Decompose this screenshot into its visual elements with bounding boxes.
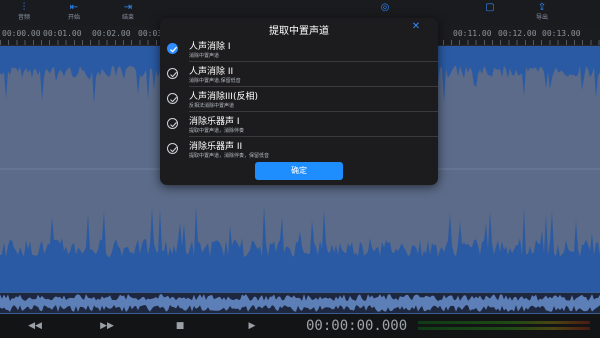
option-desc: 反相法消除中置声道 xyxy=(189,103,235,109)
option-vocal-remove-1[interactable]: 人声消除 I 消除中置声道 xyxy=(160,38,438,62)
fast-forward-icon[interactable]: ▶▶ xyxy=(97,319,117,333)
tool-more-button[interactable]: ▢ xyxy=(470,2,510,24)
levels-icon: ⫶ xyxy=(22,2,26,13)
play-icon[interactable]: ▶ xyxy=(242,319,262,333)
tool-export-label: 导出 xyxy=(535,14,548,21)
stop-icon[interactable]: ■ xyxy=(170,319,190,333)
begin-icon: ⇤ xyxy=(69,2,79,13)
end-icon: ⇥ xyxy=(123,2,133,13)
option-desc: 消除中置声道,保留低音 xyxy=(189,78,241,84)
tool-export-button[interactable]: ⇪ 导出 xyxy=(522,2,562,24)
check-circle-icon xyxy=(167,68,178,79)
check-circle-icon xyxy=(167,143,178,154)
dialog-title: 提取中置声道 xyxy=(269,26,329,37)
tool-end-button[interactable]: ⇥ 结束 xyxy=(108,2,148,24)
center-channel-dialog: 提取中置声道 ✕ 人声消除 I 消除中置声道 人声消除 II 消除中置声道,保留… xyxy=(160,18,438,185)
close-icon[interactable]: ✕ xyxy=(410,21,422,33)
export-icon: ⇪ xyxy=(537,2,547,13)
overview-waveform xyxy=(0,294,600,312)
timecode-display: 00:00:00.000 xyxy=(306,318,408,334)
transport-bar: ◀◀ ▶▶ ■ ▶ 00:00:00.000 xyxy=(0,314,600,338)
tool-audio-button[interactable]: ⫶ 音频 xyxy=(4,2,44,24)
rewind-icon[interactable]: ◀◀ xyxy=(25,319,45,333)
ruler-tick: 00:12.00 xyxy=(498,29,537,38)
tool-begin-label: 开始 xyxy=(67,14,80,21)
tool-begin-button[interactable]: ⇤ 开始 xyxy=(54,2,94,24)
tool-end-label: 结束 xyxy=(121,14,134,21)
option-name: 消除乐器声 I xyxy=(189,117,240,127)
option-vocal-remove-3[interactable]: 人声消除III(反相) 反相法消除中置声道 xyxy=(160,88,438,112)
option-desc: 提取中置声道，消除伴奏 xyxy=(189,128,245,134)
ruler-tick: 00:01.00 xyxy=(43,29,82,38)
ruler-tick: 00:13.00 xyxy=(542,29,581,38)
check-circle-icon xyxy=(167,118,178,129)
option-instrument-remove-2[interactable]: 消除乐器声 II 提取中置声道，消除伴奏，保留低音 xyxy=(160,138,438,162)
option-desc: 消除中置声道 xyxy=(189,53,220,59)
ruler-tick: 00:11.00 xyxy=(453,29,492,38)
check-circle-icon xyxy=(167,93,178,104)
option-instrument-remove-1[interactable]: 消除乐器声 I 提取中置声道，消除伴奏 xyxy=(160,113,438,137)
tool-icon: ▢ xyxy=(485,2,495,13)
tool-audio-label: 音频 xyxy=(17,14,30,21)
checked-icon xyxy=(167,43,178,54)
waveform-overview[interactable] xyxy=(0,292,600,314)
option-name: 消除乐器声 II xyxy=(189,142,243,152)
option-name: 人声消除III(反相) xyxy=(189,92,258,102)
option-vocal-remove-2[interactable]: 人声消除 II 消除中置声道,保留低音 xyxy=(160,63,438,87)
option-name: 人声消除 II xyxy=(189,67,234,77)
option-name: 人声消除 I xyxy=(189,42,231,52)
level-meter-right xyxy=(418,327,590,330)
option-desc: 提取中置声道，消除伴奏，保留低音 xyxy=(189,153,270,159)
confirm-button[interactable]: 确定 xyxy=(255,162,343,180)
ruler-tick: 00:02.00 xyxy=(92,29,131,38)
level-meter-left xyxy=(418,321,590,324)
ruler-tick: 00:00.00 xyxy=(2,29,41,38)
target-icon: ◎ xyxy=(380,2,390,13)
